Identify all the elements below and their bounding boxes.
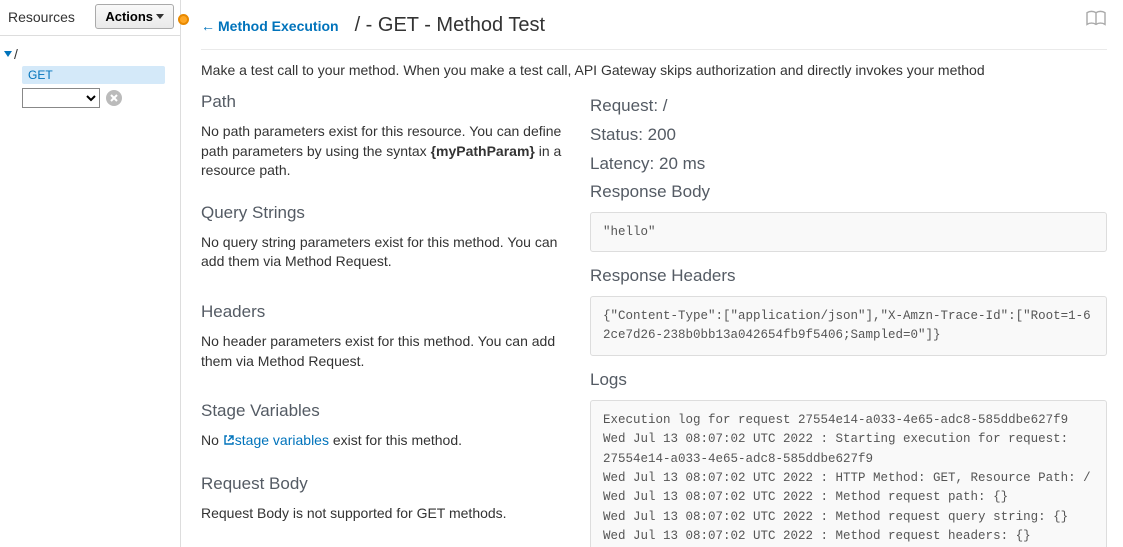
remove-icon[interactable]: [106, 90, 122, 106]
stage-variables-text: No stage variables exist for this method…: [201, 431, 566, 452]
response-headers-heading: Response Headers: [590, 266, 1107, 286]
arrow-left-icon: ←: [201, 18, 215, 34]
latency-line: Latency: 20 ms: [590, 150, 1107, 177]
page-title: / - GET - Method Test: [355, 14, 545, 37]
path-heading: Path: [201, 92, 566, 112]
request-line: Request: /: [590, 92, 1107, 119]
method-select[interactable]: [22, 88, 100, 108]
actions-button[interactable]: Actions: [95, 4, 174, 29]
headers-heading: Headers: [201, 302, 566, 322]
response-body-heading: Response Body: [590, 182, 1107, 202]
back-link-label: Method Execution: [218, 18, 339, 34]
external-link-icon: [223, 432, 235, 452]
stage-variables-link[interactable]: stage variables: [235, 432, 329, 448]
caret-down-icon: [156, 14, 164, 19]
stage-variables-heading: Stage Variables: [201, 401, 566, 421]
stage-prefix: No: [201, 432, 223, 448]
headers-text: No header parameters exist for this meth…: [201, 332, 566, 371]
tree-controls: [22, 88, 178, 108]
response-body-box: "hello": [590, 212, 1107, 253]
tree-root[interactable]: /: [4, 44, 178, 66]
book-icon[interactable]: [1085, 10, 1107, 31]
sidebar-header: Resources Actions: [0, 0, 180, 36]
logs-box: Execution log for request 27554e14-a033-…: [590, 400, 1107, 547]
page-header: ← Method Execution / - GET - Method Test: [201, 14, 1107, 50]
status-line: Status: 200: [590, 121, 1107, 148]
stage-suffix: exist for this method.: [329, 432, 462, 448]
back-link[interactable]: ← Method Execution: [201, 18, 339, 34]
path-param-sample: {myPathParam}: [431, 143, 535, 159]
response-headers-box: {"Content-Type":["application/json"],"X-…: [590, 296, 1107, 356]
sidebar: Resources Actions / GET: [0, 0, 181, 547]
tree-root-label: /: [14, 46, 18, 62]
main-content: ← Method Execution / - GET - Method Test…: [181, 0, 1123, 547]
resource-tree: / GET: [0, 36, 180, 116]
caret-down-icon: [4, 51, 12, 57]
description: Make a test call to your method. When yo…: [201, 62, 1107, 78]
path-text: No path parameters exist for this resour…: [201, 122, 566, 181]
request-body-heading: Request Body: [201, 474, 566, 494]
request-body-text: Request Body is not supported for GET me…: [201, 504, 566, 524]
logs-heading: Logs: [590, 370, 1107, 390]
query-strings-heading: Query Strings: [201, 203, 566, 223]
actions-button-label: Actions: [105, 9, 153, 24]
sidebar-title: Resources: [8, 9, 75, 25]
query-strings-text: No query string parameters exist for thi…: [201, 233, 566, 272]
right-column: Request: / Status: 200 Latency: 20 ms Re…: [590, 92, 1107, 547]
tree-method-get[interactable]: GET: [22, 66, 165, 84]
left-column: Path No path parameters exist for this r…: [201, 92, 566, 547]
